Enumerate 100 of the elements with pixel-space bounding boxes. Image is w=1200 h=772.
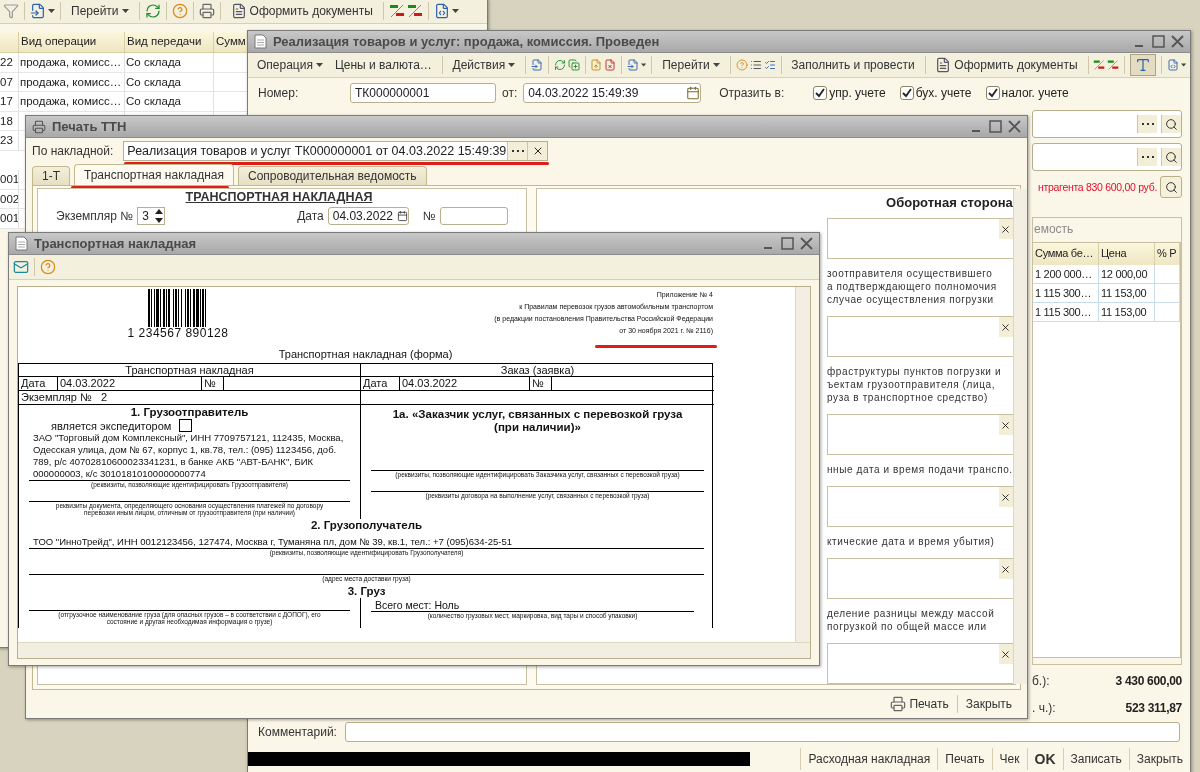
column-header[interactable]: Сумма бе… bbox=[1033, 243, 1099, 265]
section-heading: 1. Грузоотправитель bbox=[129, 406, 250, 419]
search-icon[interactable] bbox=[1165, 150, 1178, 164]
tab[interactable]: Сопроводительная ведомость bbox=[238, 166, 427, 185]
go-to-button[interactable]: Перейти bbox=[657, 54, 725, 76]
close-icon[interactable] bbox=[1000, 491, 1012, 503]
help-icon[interactable] bbox=[171, 3, 188, 19]
prices-button[interactable]: Цены и валюта… bbox=[329, 54, 437, 76]
clear-button[interactable] bbox=[998, 644, 1013, 664]
file-arrow-icon[interactable] bbox=[30, 3, 46, 19]
code-file-icon[interactable] bbox=[433, 3, 450, 19]
tab[interactable]: 1-Т bbox=[32, 166, 70, 185]
maximize-icon[interactable] bbox=[989, 120, 1002, 133]
refresh-icon[interactable] bbox=[144, 3, 161, 19]
search-icon[interactable] bbox=[1165, 117, 1178, 131]
help-icon[interactable] bbox=[40, 259, 56, 275]
column-header[interactable]: Вид операции bbox=[19, 32, 125, 53]
operation-menu[interactable]: Операция bbox=[252, 54, 328, 76]
footer-button[interactable]: OK bbox=[1026, 748, 1063, 770]
maximize-icon[interactable] bbox=[1152, 35, 1165, 48]
back-side-heading: Оборотная сторона bbox=[885, 194, 1013, 212]
refresh-icon[interactable] bbox=[553, 57, 566, 73]
scrollbar[interactable] bbox=[795, 287, 810, 642]
structure-button[interactable] bbox=[1130, 54, 1157, 76]
more-button[interactable] bbox=[1137, 115, 1157, 133]
printer-icon[interactable] bbox=[890, 696, 907, 712]
close-icon[interactable] bbox=[1000, 223, 1012, 235]
date-field[interactable]: 04.03.2022 bbox=[327, 206, 409, 225]
scrollbar[interactable] bbox=[1012, 189, 1027, 684]
reference-field[interactable] bbox=[1032, 110, 1182, 138]
filter-icon[interactable] bbox=[3, 3, 19, 19]
entry-field[interactable] bbox=[827, 558, 1013, 599]
close-icon[interactable] bbox=[1000, 321, 1012, 333]
close-icon[interactable] bbox=[1000, 419, 1012, 431]
more-button[interactable] bbox=[507, 142, 528, 160]
more-button[interactable] bbox=[1137, 148, 1157, 166]
entry-field[interactable] bbox=[827, 643, 1013, 684]
ledger-icon[interactable] bbox=[406, 3, 423, 19]
create-documents-button[interactable]: Оформить документы bbox=[930, 54, 1083, 76]
scrollbar[interactable] bbox=[18, 642, 810, 658]
document-icon[interactable] bbox=[935, 57, 952, 73]
table-cell: 22 bbox=[0, 53, 19, 73]
date-field[interactable]: 04.03.2022 15:49:39 bbox=[523, 83, 702, 103]
clear-button[interactable] bbox=[998, 415, 1013, 435]
more-icon[interactable] bbox=[1141, 155, 1154, 159]
close-button[interactable]: Закрыть bbox=[960, 693, 1017, 715]
actions-menu[interactable]: Действия bbox=[447, 54, 521, 76]
caret-icon bbox=[1180, 63, 1187, 67]
go-to-button[interactable]: Перейти bbox=[66, 0, 134, 22]
number-field[interactable] bbox=[439, 206, 508, 225]
column-header[interactable]: Сумм bbox=[214, 32, 248, 53]
create-documents-button[interactable]: Оформить документы bbox=[225, 0, 378, 22]
column-header[interactable]: % Р bbox=[1155, 243, 1180, 265]
ledger-icon[interactable] bbox=[388, 3, 405, 19]
clear-button[interactable] bbox=[527, 142, 548, 160]
column-header[interactable]: Цена bbox=[1099, 243, 1155, 265]
search-button[interactable] bbox=[1161, 115, 1181, 133]
maximize-icon[interactable] bbox=[781, 237, 794, 250]
close-icon[interactable] bbox=[1000, 563, 1012, 575]
calendar-icon[interactable] bbox=[686, 86, 701, 100]
document-icon[interactable] bbox=[230, 3, 247, 19]
footer-button[interactable]: Расходная накладная bbox=[800, 748, 938, 770]
file-arrow-icon[interactable] bbox=[530, 57, 543, 73]
print-button[interactable]: Печать bbox=[885, 693, 954, 715]
number-field[interactable]: ТК000000001 bbox=[350, 83, 496, 103]
accounting-checkbox[interactable]: бух. учете bbox=[899, 86, 972, 100]
search-button[interactable] bbox=[1161, 148, 1181, 166]
text-icon[interactable] bbox=[1135, 57, 1152, 73]
entry-field[interactable] bbox=[827, 486, 1013, 527]
fill-and-post-button[interactable]: Заполнить и провести bbox=[786, 54, 920, 76]
file-x-icon[interactable] bbox=[604, 57, 617, 73]
tab[interactable]: Транспортная накладная bbox=[74, 164, 234, 185]
accounting-checkbox[interactable]: упр. учете bbox=[813, 86, 886, 100]
entry-field[interactable] bbox=[827, 316, 1013, 357]
entry-field[interactable] bbox=[827, 218, 1013, 259]
clear-button[interactable] bbox=[998, 219, 1013, 239]
clear-button[interactable] bbox=[998, 487, 1013, 507]
footer-button[interactable]: Печать bbox=[937, 748, 992, 770]
copy-plus-icon[interactable] bbox=[567, 57, 580, 73]
footer-button[interactable]: Записать bbox=[1062, 748, 1129, 770]
forwarder-checkbox[interactable] bbox=[179, 419, 193, 432]
calendar-icon[interactable] bbox=[396, 209, 408, 222]
footer-button[interactable]: Чек bbox=[991, 748, 1027, 770]
comment-field[interactable] bbox=[344, 722, 1180, 742]
mail-icon[interactable] bbox=[13, 259, 29, 275]
more-icon[interactable] bbox=[511, 149, 524, 153]
file-arrow-icon[interactable] bbox=[627, 57, 640, 73]
more-icon[interactable] bbox=[1141, 122, 1154, 126]
close-icon[interactable] bbox=[1000, 648, 1012, 660]
accounting-checkbox[interactable]: налог. учете bbox=[985, 86, 1069, 100]
clear-button[interactable] bbox=[998, 317, 1013, 337]
footer-button[interactable]: Закрыть bbox=[1128, 748, 1190, 770]
printer-icon[interactable] bbox=[198, 3, 215, 19]
clear-button[interactable] bbox=[998, 559, 1013, 579]
copy-spinner[interactable]: 3 bbox=[137, 206, 166, 225]
code-file-icon[interactable] bbox=[1166, 57, 1179, 73]
entry-field[interactable] bbox=[827, 414, 1013, 455]
reference-field[interactable] bbox=[1032, 143, 1182, 171]
column-header[interactable]: Вид передачи bbox=[125, 32, 214, 53]
printer-icon[interactable] bbox=[32, 119, 46, 134]
